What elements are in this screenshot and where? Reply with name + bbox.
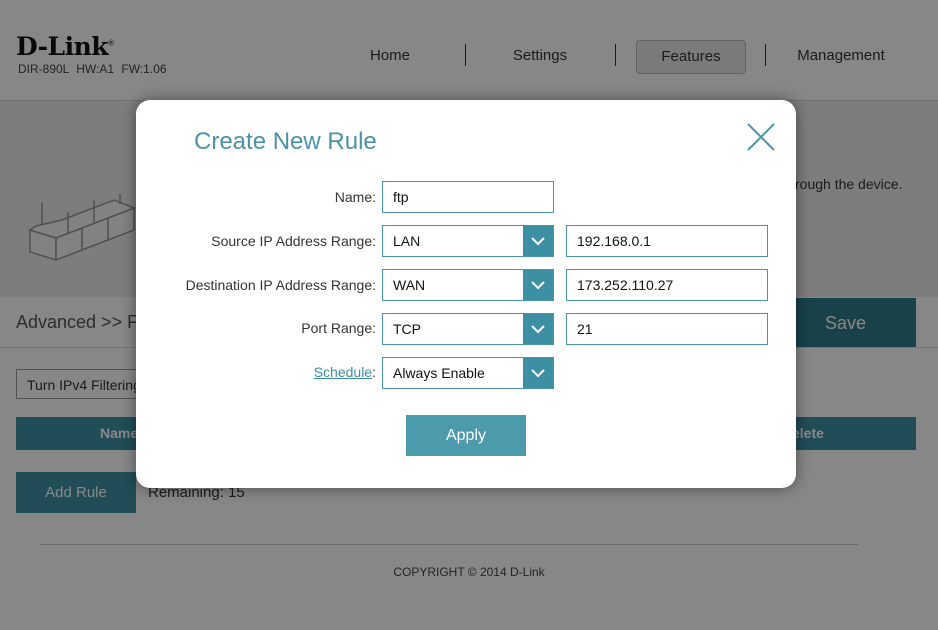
source-ip-select-value: LAN: [393, 233, 421, 249]
schedule-select[interactable]: Always Enable: [382, 357, 554, 389]
apply-button[interactable]: Apply: [406, 415, 526, 456]
source-ip-field[interactable]: 192.168.0.1: [566, 225, 768, 257]
destination-ip-select-value: WAN: [393, 277, 426, 293]
dialog-title: Create New Rule: [194, 128, 377, 155]
schedule-link[interactable]: Schedule: [314, 364, 372, 380]
chevron-down-icon: [523, 226, 553, 256]
protocol-select-value: TCP: [393, 321, 421, 337]
chevron-down-icon: [523, 314, 553, 344]
destination-ip-field[interactable]: 173.252.110.27: [566, 269, 768, 301]
schedule-colon: :: [372, 364, 376, 380]
chevron-down-icon: [523, 358, 553, 388]
close-icon[interactable]: [744, 120, 778, 154]
name-label: Name:: [334, 189, 376, 205]
port-range-field[interactable]: 21: [566, 313, 768, 345]
schedule-select-value: Always Enable: [393, 365, 485, 381]
protocol-select[interactable]: TCP: [382, 313, 554, 345]
schedule-label-wrap: Schedule:: [314, 364, 376, 380]
destination-ip-label: Destination IP Address Range:: [185, 277, 376, 293]
source-ip-label: Source IP Address Range:: [211, 233, 376, 249]
source-ip-select[interactable]: LAN: [382, 225, 554, 257]
port-range-label: Port Range:: [301, 320, 376, 336]
chevron-down-icon: [523, 270, 553, 300]
destination-ip-select[interactable]: WAN: [382, 269, 554, 301]
name-field[interactable]: ftp: [382, 181, 554, 213]
create-rule-dialog: Create New Rule Name: ftp Source IP Addr…: [136, 100, 796, 488]
